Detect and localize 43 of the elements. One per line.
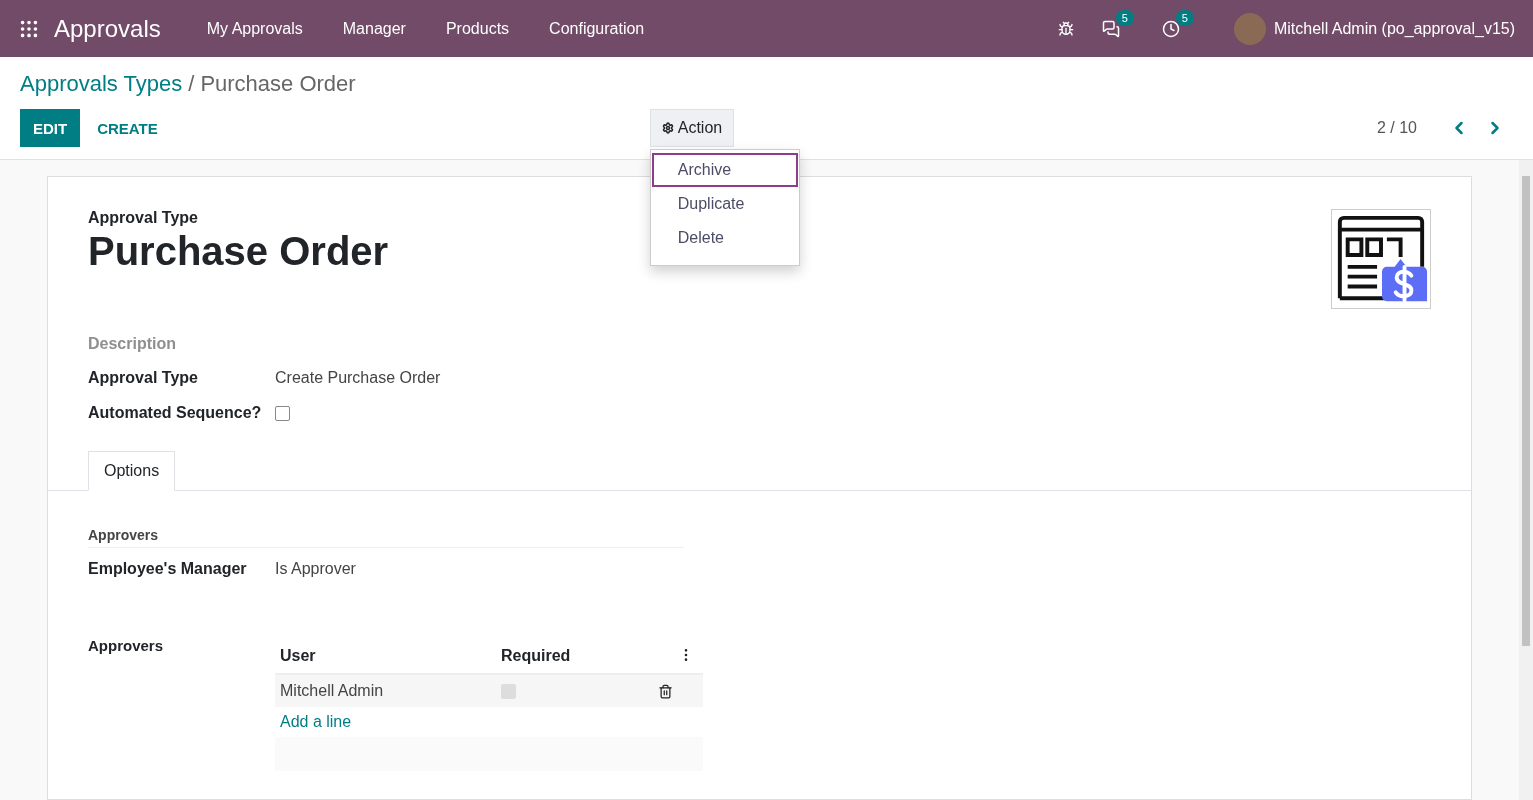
message-count-badge: 5: [1115, 9, 1134, 26]
field-value: Create Purchase Order: [275, 369, 442, 387]
chat-icon[interactable]: [1102, 19, 1120, 38]
menu-item[interactable]: Archive: [651, 153, 798, 187]
breadcrumb-current: Purchase Order: [200, 71, 356, 97]
trash-icon[interactable]: [658, 683, 673, 699]
breadcrumb-separator: /: [188, 71, 195, 97]
scrollbar[interactable]: [1519, 160, 1533, 800]
user-name[interactable]: Mitchell Admin (po_approval_v15): [1274, 19, 1515, 38]
gear-icon: [661, 122, 674, 134]
create-button[interactable]: CREATE: [80, 119, 175, 137]
title-label: Approval Type: [88, 209, 199, 227]
pager-counter: 2 / 10: [1376, 119, 1417, 137]
field-label: Automated Sequence?: [88, 404, 263, 422]
field-label: Approvers: [88, 637, 165, 656]
table-cell-text: Mitchell Admin: [280, 682, 385, 700]
nav-menu-item[interactable]: My Approvals: [186, 19, 323, 38]
column-header: User: [280, 647, 317, 665]
app-name[interactable]: Approvals: [54, 14, 161, 43]
nav-menu-item[interactable]: Products: [425, 19, 530, 38]
activity-icon[interactable]: [1162, 19, 1180, 38]
record-title: Purchase Order: [88, 229, 389, 274]
tab[interactable]: Options: [88, 451, 176, 491]
description-label: Description: [88, 335, 177, 353]
add-line-link[interactable]: Add a line: [275, 707, 703, 737]
action-button[interactable]: Action: [649, 109, 735, 147]
checkbox[interactable]: [275, 406, 290, 421]
edit-button[interactable]: EDIT: [20, 109, 81, 147]
nav-menu-item[interactable]: Configuration: [529, 19, 665, 38]
menu-item[interactable]: Delete: [651, 221, 798, 255]
column-header: Required: [501, 647, 572, 665]
field-label: Approval Type: [88, 369, 199, 387]
section-heading: Approvers: [88, 527, 684, 548]
breadcrumb-link[interactable]: Approvals Types: [20, 71, 183, 97]
invoice-dollar-icon: [1331, 209, 1431, 309]
table-row[interactable]: Mitchell Admin: [275, 675, 703, 707]
activity-count-badge: 5: [1175, 9, 1194, 26]
checkbox[interactable]: [501, 683, 516, 699]
field-label: Employee's Manager: [88, 560, 248, 578]
nav-menu-item[interactable]: Manager: [322, 19, 426, 38]
debug-icon[interactable]: [1058, 20, 1074, 37]
menu-item[interactable]: Duplicate: [651, 187, 798, 221]
field-value: Is Approver: [275, 560, 357, 578]
